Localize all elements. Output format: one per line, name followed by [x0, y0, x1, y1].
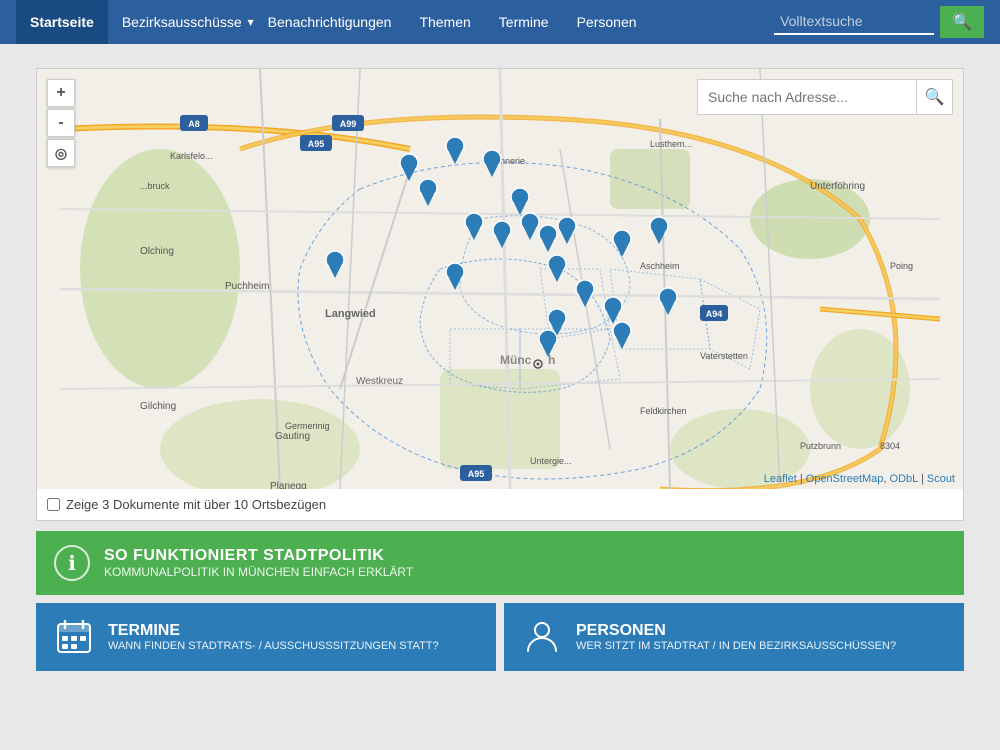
map-pin-21[interactable]: [657, 287, 679, 320]
map-svg: A8 A99 A95 A94 A95 Olching Puc: [37, 69, 963, 489]
nav-startseite[interactable]: Startseite: [16, 0, 108, 44]
map-pin-7[interactable]: [491, 220, 513, 253]
map-pin-4[interactable]: [417, 178, 439, 211]
nav-bezirksausschusse[interactable]: Bezirksausschüsse: [108, 0, 248, 44]
show-documents-checkbox[interactable]: [47, 498, 60, 511]
map-pin-20[interactable]: [611, 321, 633, 354]
stadtpolitik-banner[interactable]: ℹ SO FUNKTIONIERT STADTPOLITIK KOMMUNALP…: [36, 531, 964, 595]
personen-icon: [522, 617, 562, 657]
nav-termine[interactable]: Termine: [485, 0, 563, 44]
nav-personen[interactable]: Personen: [563, 0, 651, 44]
map-pin-12[interactable]: [444, 262, 466, 295]
stadtpolitik-text: SO FUNKTIONIERT STADTPOLITIK KOMMUNALPOL…: [104, 547, 413, 579]
map-controls: + - ◎: [47, 79, 75, 167]
map-pin-13[interactable]: [546, 254, 568, 287]
map-search-area: 🔍: [697, 79, 953, 115]
zoom-out-button[interactable]: -: [47, 109, 75, 137]
map-pin-15[interactable]: [648, 216, 670, 249]
svg-text:Aschheim: Aschheim: [640, 261, 680, 271]
svg-text:Münc: Münc: [500, 353, 532, 367]
info-section: ℹ SO FUNKTIONIERT STADTPOLITIK KOMMUNALP…: [36, 531, 964, 671]
map-background: A8 A99 A95 A94 A95 Olching Puc: [37, 69, 963, 489]
svg-text:...bruck: ...bruck: [140, 181, 170, 191]
svg-text:Langwied: Langwied: [325, 308, 376, 320]
map-search-button[interactable]: 🔍: [917, 79, 953, 115]
nav-search-input[interactable]: [774, 9, 934, 35]
svg-text:Putzbrunn: Putzbrunn: [800, 441, 841, 451]
locate-button[interactable]: ◎: [47, 139, 75, 167]
nav-themen[interactable]: Themen: [405, 0, 484, 44]
termine-icon: [54, 617, 94, 657]
personen-card[interactable]: PERSONEN WER SITZT IM STADTRAT / IN DEN …: [504, 603, 964, 671]
termine-subtitle: WANN FINDEN STADTRATS- / AUSSCHUSSSITZUN…: [108, 640, 439, 652]
map-wrapper: A8 A99 A95 A94 A95 Olching Puc: [37, 69, 963, 489]
map-pin-16[interactable]: [574, 279, 596, 312]
map-pin-11[interactable]: [324, 250, 346, 283]
osm-link[interactable]: OpenStreetMap: [806, 473, 884, 485]
svg-text:Gilching: Gilching: [140, 401, 176, 412]
map-container: A8 A99 A95 A94 A95 Olching Puc: [36, 68, 964, 521]
nav-search-button[interactable]: 🔍: [940, 6, 984, 38]
svg-text:Puchheim: Puchheim: [225, 281, 269, 292]
map-pin-10[interactable]: [556, 216, 578, 249]
svg-text:8304: 8304: [880, 441, 900, 451]
svg-text:Feldkirchen: Feldkirchen: [640, 406, 687, 416]
personen-text: PERSONEN WER SITZT IM STADTRAT / IN DEN …: [576, 622, 896, 652]
info-icon-circle: ℹ: [54, 545, 90, 581]
svg-text:A95: A95: [308, 139, 325, 149]
map-pin-2[interactable]: [444, 136, 466, 169]
svg-text:Gauting: Gauting: [275, 431, 310, 442]
leaflet-link[interactable]: Leaflet: [764, 473, 797, 485]
odbl-link[interactable]: ODbL: [890, 473, 918, 485]
svg-text:Planegg: Planegg: [270, 481, 307, 489]
svg-text:Poing: Poing: [890, 261, 913, 271]
map-attribution: Leaflet | OpenStreetMap, ODbL | Scout: [764, 473, 955, 485]
stadtpolitik-subtitle: KOMMUNALPOLITIK IN MÜNCHEN EINFACH ERKLÄ…: [104, 565, 413, 579]
scout-link[interactable]: Scout: [927, 473, 955, 485]
nav-search-area: 🔍: [774, 6, 984, 38]
bottom-cards: TERMINE WANN FINDEN STADTRATS- / AUSSCHU…: [36, 603, 964, 671]
svg-text:Lusthem...: Lusthem...: [650, 139, 692, 149]
svg-text:Vaterstetten: Vaterstetten: [700, 351, 748, 361]
zoom-in-button[interactable]: +: [47, 79, 75, 107]
svg-text:Westkreuz: Westkreuz: [356, 376, 403, 387]
svg-text:A95: A95: [468, 469, 485, 479]
svg-text:A8: A8: [188, 119, 200, 129]
nav-items: Startseite Bezirksausschüsse Benachricht…: [16, 0, 774, 44]
nav-bezirksausschusse-dropdown[interactable]: Bezirksausschüsse: [108, 0, 254, 44]
map-pin-6[interactable]: [463, 212, 485, 245]
svg-text:Untergie...: Untergie...: [530, 456, 572, 466]
map-address-input[interactable]: [697, 79, 917, 115]
svg-text:Olching: Olching: [140, 246, 174, 257]
info-icon: ℹ: [68, 551, 76, 576]
svg-text:Germerinig: Germerinig: [285, 421, 330, 431]
svg-text:Unterföhring: Unterföhring: [810, 181, 865, 192]
nav-benachrichtigungen[interactable]: Benachrichtigungen: [254, 0, 406, 44]
termine-title: TERMINE: [108, 622, 439, 640]
map-options: Zeige 3 Dokumente mit über 10 Ortsbezüge…: [37, 489, 963, 520]
map-pin-3[interactable]: [481, 149, 503, 182]
svg-text:A94: A94: [706, 309, 723, 319]
show-documents-label[interactable]: Zeige 3 Dokumente mit über 10 Ortsbezüge…: [66, 497, 326, 512]
personen-title: PERSONEN: [576, 622, 896, 640]
map-pin-19[interactable]: [537, 329, 559, 362]
map-pin-14[interactable]: [611, 229, 633, 262]
stadtpolitik-title: SO FUNKTIONIERT STADTPOLITIK: [104, 547, 413, 565]
svg-text:Karlsfelo...: Karlsfelo...: [170, 151, 213, 161]
main-content: A8 A99 A95 A94 A95 Olching Puc: [20, 68, 980, 671]
personen-subtitle: WER SITZT IM STADTRAT / IN DEN BEZIRKSAU…: [576, 640, 896, 652]
termine-card[interactable]: TERMINE WANN FINDEN STADTRATS- / AUSSCHU…: [36, 603, 496, 671]
termine-text: TERMINE WANN FINDEN STADTRATS- / AUSSCHU…: [108, 622, 439, 652]
svg-text:A99: A99: [340, 119, 357, 129]
